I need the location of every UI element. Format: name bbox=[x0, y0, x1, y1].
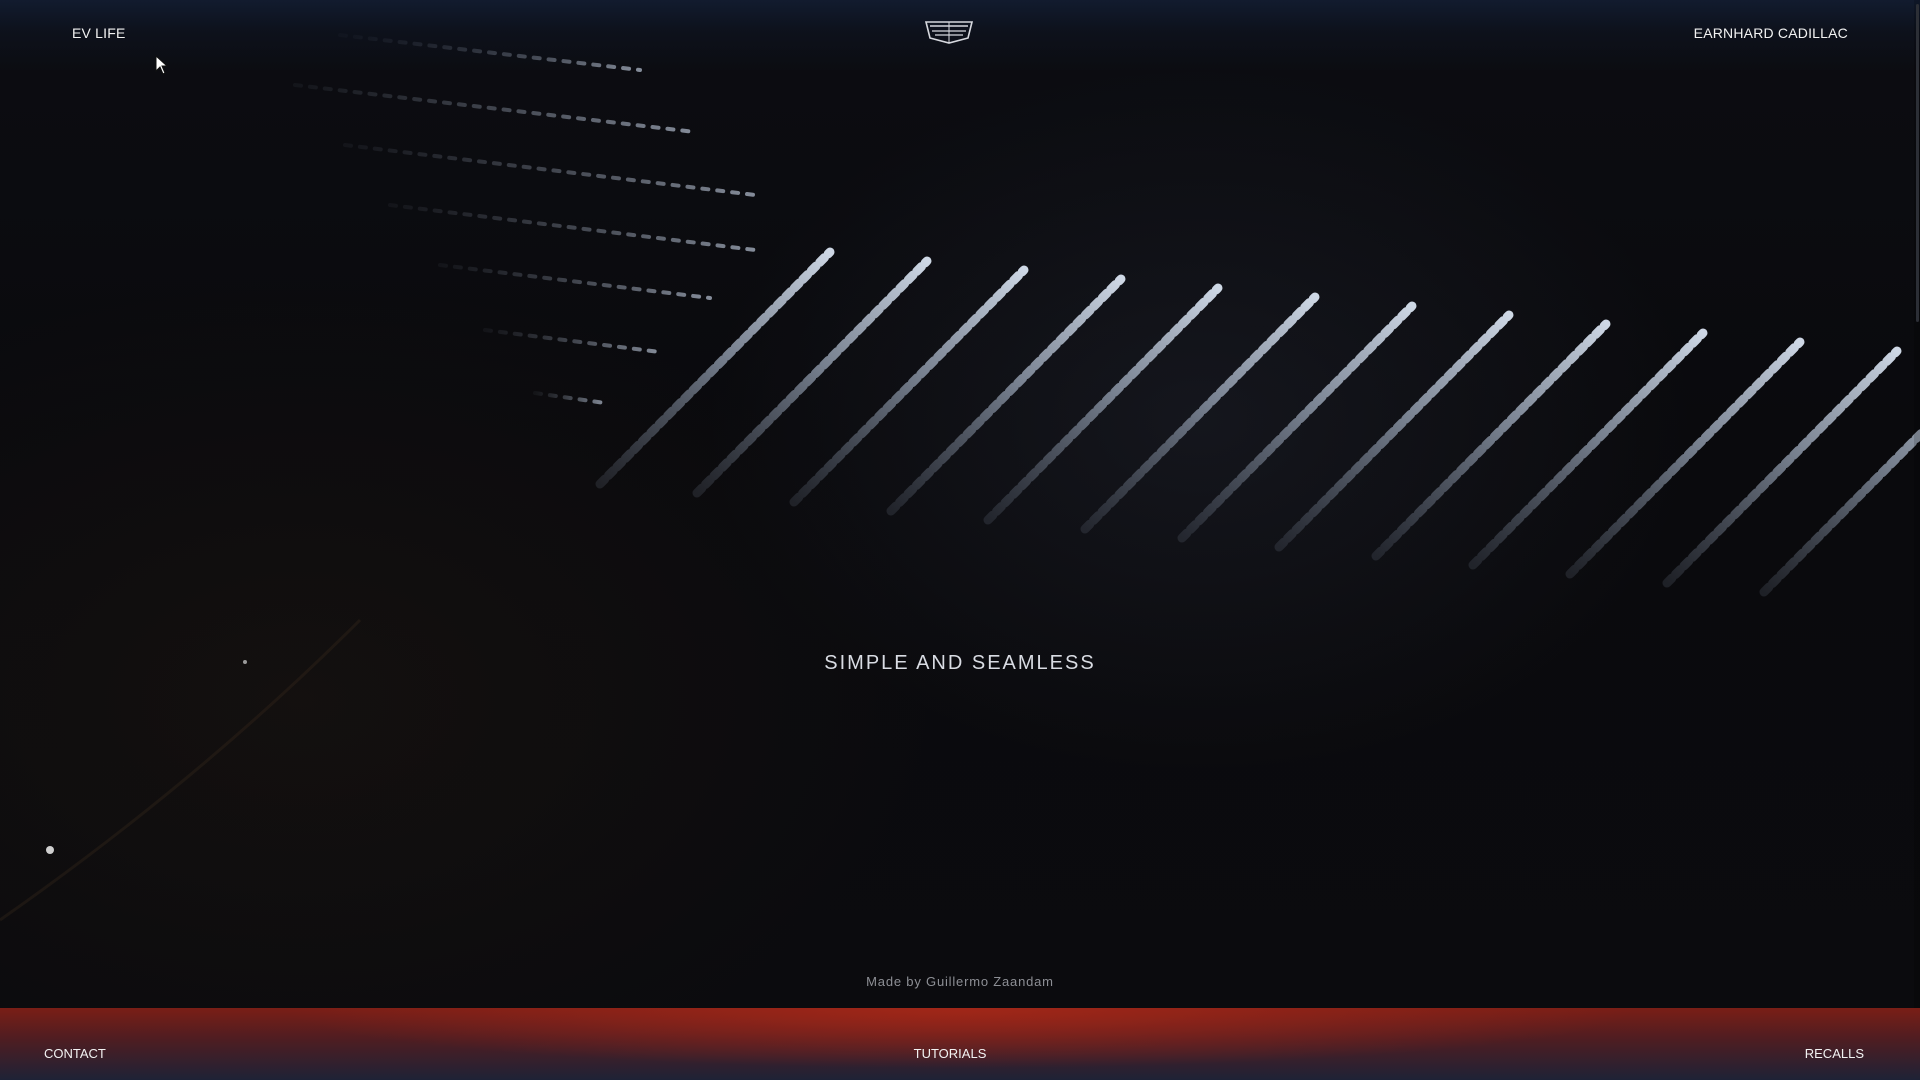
horizontal-light-strip bbox=[438, 263, 712, 300]
diagonal-light-strip bbox=[1274, 310, 1514, 552]
mouse-pointer-icon bbox=[155, 55, 169, 75]
diagonal-light-strip bbox=[886, 274, 1126, 516]
diagonal-light-strip bbox=[1468, 328, 1708, 570]
horizontal-light-strip bbox=[533, 391, 607, 405]
diagonal-light-strip bbox=[789, 265, 1029, 507]
diagonal-light-strip bbox=[1759, 428, 1920, 597]
diagonal-light-strip bbox=[1371, 319, 1611, 561]
diagonal-light-strip bbox=[1080, 292, 1320, 534]
diagonal-light-strips bbox=[595, 247, 1920, 597]
horizontal-light-strips bbox=[293, 33, 757, 405]
ev-life-link[interactable]: EV LIFE bbox=[72, 25, 126, 41]
bottom-navigation-bar: CONTACT TUTORIALS RECALLS bbox=[0, 1008, 1920, 1080]
diagonal-light-strip bbox=[1662, 346, 1902, 588]
horizontal-light-strip bbox=[293, 83, 697, 134]
diagonal-light-strip bbox=[1177, 301, 1417, 543]
tutorials-link[interactable]: TUTORIALS bbox=[0, 1046, 1900, 1061]
earnhard-cadillac-link[interactable]: EARNHARD CADILLAC bbox=[1694, 25, 1848, 41]
diagonal-light-strip bbox=[983, 283, 1223, 525]
recalls-link[interactable]: RECALLS bbox=[1805, 1046, 1864, 1061]
horizontal-light-strip bbox=[388, 203, 757, 252]
top-navigation-bar: EV LIFE EARNHARD CADILLAC bbox=[0, 0, 1920, 70]
diagonal-light-strip bbox=[1565, 337, 1805, 579]
horizontal-light-strip bbox=[483, 328, 662, 354]
hero-background-lights bbox=[0, 33, 1920, 922]
hero-headline: SIMPLE AND SEAMLESS bbox=[824, 652, 1096, 674]
diagonal-light-strip bbox=[692, 256, 932, 498]
page: EV LIFE EARNHARD CADILLAC SIMPLE AND SEA… bbox=[0, 0, 1920, 1080]
horizontal-light-strip bbox=[343, 143, 757, 197]
vertical-scrollbar[interactable] bbox=[1914, 0, 1920, 1008]
cadillac-crest-icon[interactable] bbox=[924, 20, 974, 44]
credit-text: Made by Guillermo Zaandam bbox=[866, 974, 1054, 989]
scrollbar-thumb[interactable] bbox=[1916, 4, 1919, 322]
